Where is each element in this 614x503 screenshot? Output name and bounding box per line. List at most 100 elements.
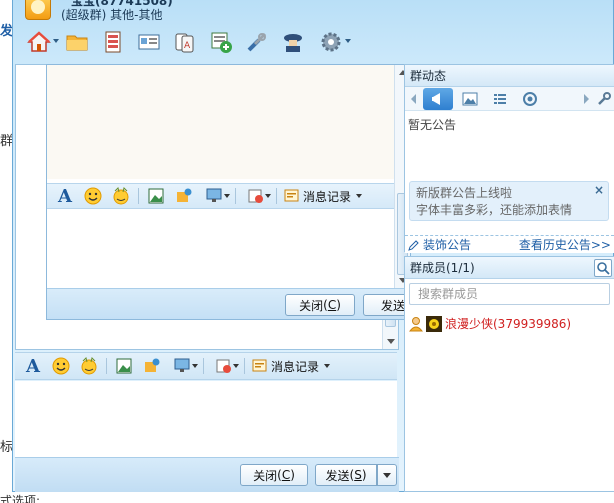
members-panel: 群成员(1/1) 搜索群成员 浪漫少侠(379939986) [404, 256, 614, 492]
tip-line: 字体丰富多彩，还能添加表情 [416, 203, 573, 217]
tools-button[interactable] [239, 26, 275, 58]
photo-icon [462, 92, 478, 105]
chevron-down-icon[interactable] [224, 194, 230, 198]
member-search-button[interactable] [594, 259, 612, 277]
tab-announcement[interactable] [423, 87, 453, 110]
image-icon [116, 358, 132, 374]
smiley-icon [84, 187, 102, 205]
format-toolbar: A 消息记录 [15, 352, 397, 380]
magic-face-icon [113, 187, 129, 205]
font-icon[interactable]: A [51, 185, 79, 207]
picture-icon [177, 188, 192, 202]
monitor-icon [174, 358, 190, 372]
message-record-icon [252, 359, 267, 372]
background-text-fragment: 式选项: [0, 494, 41, 503]
home-icon [27, 31, 51, 52]
send-label: 发送 [380, 298, 405, 313]
svg-text:A: A [184, 41, 191, 51]
game-button[interactable]: A [167, 26, 203, 58]
embedded-message-input[interactable] [47, 210, 395, 288]
group-card-button[interactable] [131, 26, 167, 58]
chat-footer: 关闭(C) 发送(S) [15, 457, 399, 492]
list-icon [494, 93, 506, 104]
group-guard-button[interactable] [275, 26, 311, 58]
no-announcement-text: 暂无公告 [408, 118, 457, 132]
tab-album[interactable] [455, 88, 485, 110]
settings-button[interactable] [311, 26, 351, 58]
embedded-format-toolbar: A 消息记录 [47, 183, 395, 209]
shake-button[interactable] [239, 185, 273, 207]
send-options-dropdown[interactable] [377, 464, 397, 486]
card-icon [138, 34, 160, 50]
app-toolbar: A [19, 26, 351, 58]
chevron-down-icon[interactable] [324, 364, 331, 368]
close-icon[interactable]: × [594, 182, 604, 199]
shake-icon [216, 359, 231, 373]
member-role-icon [409, 316, 423, 331]
magic-emoji-button[interactable] [107, 185, 135, 207]
share-files-button[interactable] [59, 26, 95, 58]
tabs-prev-button[interactable] [405, 88, 421, 110]
panel-settings-button[interactable] [594, 88, 614, 110]
message-record-icon [284, 189, 299, 202]
add-app-button[interactable] [203, 26, 239, 58]
screenshot-button[interactable] [110, 355, 138, 377]
album-icon [105, 31, 121, 53]
member-search-input[interactable]: 搜索群成员 [409, 283, 610, 305]
send-image-button[interactable] [170, 185, 198, 207]
game-icon: A [175, 33, 194, 53]
message-record-button[interactable]: 消息记录 [248, 358, 331, 375]
message-input[interactable] [15, 381, 397, 457]
flower-icon [429, 318, 439, 329]
close-key: C [327, 298, 337, 312]
member-name: 浪漫少侠(379939986) [445, 317, 572, 331]
tip-line: 新版群公告上线啦 [416, 186, 513, 200]
chevron-down-icon[interactable] [233, 364, 239, 368]
chevron-down-icon[interactable] [265, 194, 271, 198]
guard-icon [284, 34, 302, 52]
emoji-button[interactable] [47, 355, 75, 377]
embedded-chat-history[interactable] [47, 65, 395, 179]
send-image-button[interactable] [138, 355, 166, 377]
tab-list[interactable] [485, 88, 515, 110]
send-key: S [354, 468, 362, 482]
close-button[interactable]: 关闭(C) [240, 464, 308, 486]
emoji-button[interactable] [79, 185, 107, 207]
home-button[interactable] [19, 26, 59, 58]
send-button[interactable]: 发送(S) [315, 464, 377, 486]
announcement-links: 装饰公告 查看历史公告>> [405, 235, 614, 253]
tabs-next-button[interactable] [578, 88, 594, 110]
font-icon[interactable]: A [19, 355, 47, 377]
tab-activity[interactable] [515, 88, 545, 110]
megaphone-icon [432, 92, 440, 105]
shake-button[interactable] [207, 355, 241, 377]
picture-icon [145, 358, 160, 372]
chevron-right-icon [583, 93, 589, 104]
group-avatar[interactable] [25, 0, 51, 20]
wrench-icon [598, 91, 611, 105]
settings-icon [321, 32, 341, 52]
screenshot-button[interactable] [142, 185, 170, 207]
announcement-tabs [405, 87, 614, 111]
magic-face-icon [81, 357, 97, 375]
member-row[interactable]: 浪漫少侠(379939986) [405, 309, 614, 338]
screen-capture-button[interactable] [166, 355, 200, 377]
album-button[interactable] [95, 26, 131, 58]
circle-target-icon [523, 91, 537, 106]
message-record-button[interactable]: 消息记录 [280, 188, 363, 205]
scroll-down-icon[interactable] [387, 339, 395, 344]
chevron-down-icon[interactable] [192, 364, 198, 368]
decorate-announcement-link[interactable]: 装饰公告 [408, 236, 471, 253]
screen-capture-button[interactable] [198, 185, 232, 207]
chevron-left-icon [410, 93, 416, 104]
member-avatar [426, 315, 442, 332]
embedded-close-button[interactable]: 关闭(C) [285, 294, 355, 316]
group-subtitle: (超级群) 其他-其他 [61, 8, 163, 22]
chevron-down-icon[interactable] [356, 194, 363, 198]
chevron-down-icon[interactable] [345, 39, 351, 43]
close-label: 关闭 [253, 468, 278, 483]
folder-icon [66, 35, 88, 51]
history-announcement-link[interactable]: 查看历史公告>> [519, 236, 611, 253]
tools-icon [247, 32, 267, 52]
magic-emoji-button[interactable] [75, 355, 103, 377]
